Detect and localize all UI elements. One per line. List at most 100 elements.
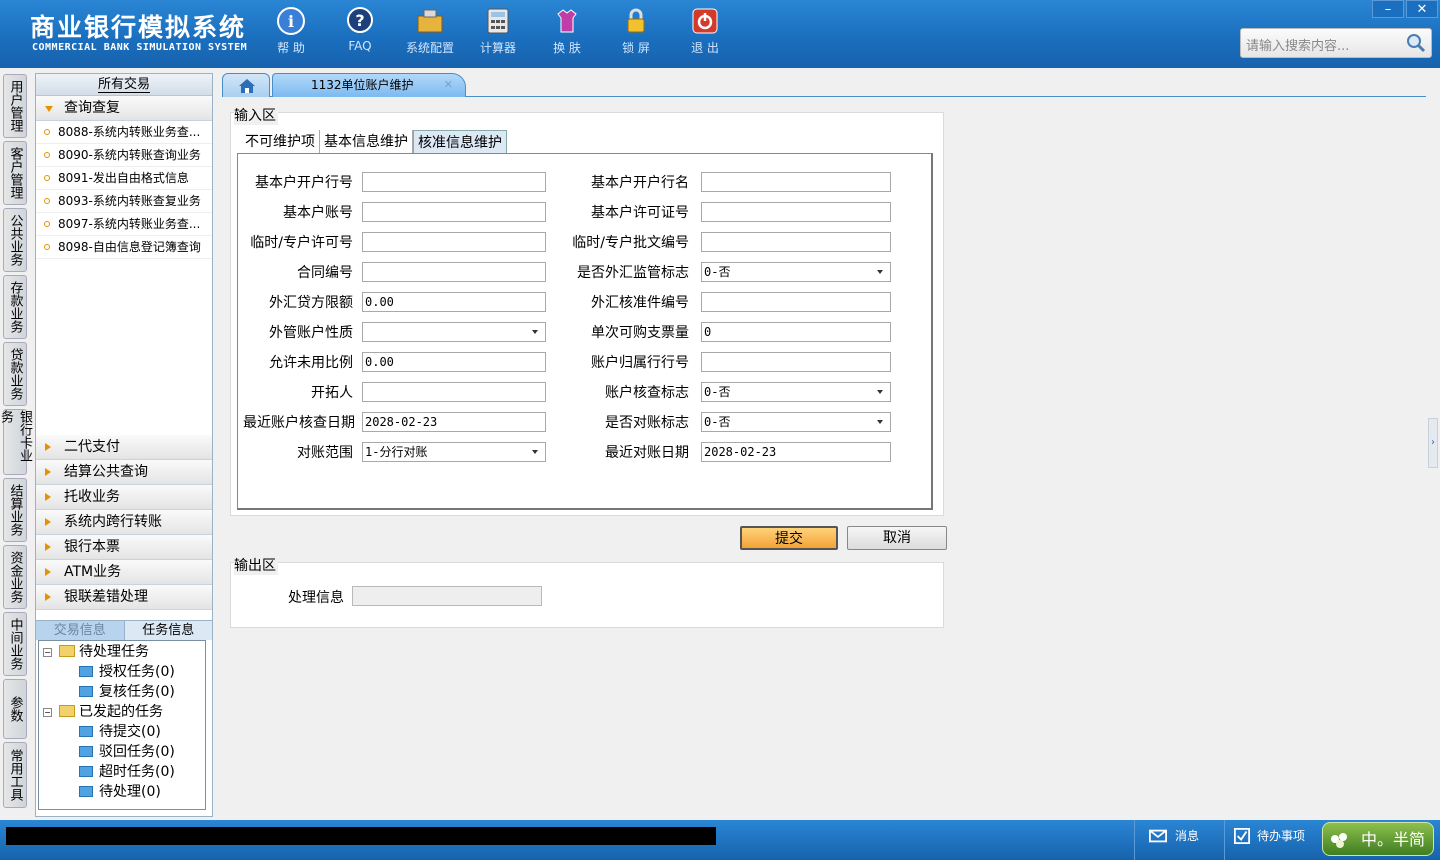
messages-button[interactable]: 消息 [1134,820,1224,860]
tab-transaction-info[interactable]: 交易信息 [36,621,124,640]
search-input[interactable]: 请输入搜索内容... [1240,28,1432,58]
app-header: 商业银行模拟系统 COMMERCIAL BANK SIMULATION SYST… [0,0,1440,68]
status-bar: 消息 待办事项 中。半简 [0,820,1440,860]
field-label: 最近对账日期 [605,445,689,461]
transaction-item[interactable]: 8097-系统内转账业务查... [36,213,212,236]
category-item[interactable]: 银联差错处理 [36,585,212,610]
tab-customer-management[interactable]: 客户管理 [3,141,27,205]
unused-ratio-input[interactable]: 0.00 [362,352,546,372]
calculator-button[interactable]: 计算器 [468,6,528,62]
category-item[interactable]: 二代支付 [36,435,212,460]
reconcile-scope-select[interactable]: 1-分行对账 [362,442,546,462]
transaction-item[interactable]: 8093-系统内转账查复业务 [36,190,212,213]
tree-node-rejected[interactable]: 驳回任务(0) [79,742,175,762]
fx-approval-number-input[interactable] [701,292,891,312]
basic-bank-code-input[interactable] [362,172,546,192]
exit-button[interactable]: 退 出 [675,6,735,62]
faq-button[interactable]: ? FAQ [330,6,390,62]
basic-account-input[interactable] [362,202,546,222]
category-item[interactable]: 系统内跨行转账 [36,510,212,535]
temp-approval-input[interactable] [701,232,891,252]
folder-icon [59,705,75,717]
tab-task-info[interactable]: 任务信息 [123,621,212,640]
task-icon [79,665,93,677]
tab-approval-info[interactable]: 核准信息维护 [413,130,507,154]
collapse-toggle[interactable]: − [43,648,52,657]
tree-node-pending[interactable]: 待处理任务 [59,642,149,662]
tab-loan[interactable]: 贷款业务 [3,342,27,406]
collapsed-arrow-icon [45,518,51,526]
category-item[interactable]: 银行本票 [36,535,212,560]
transaction-item[interactable]: 8088-系统内转账业务查... [36,121,212,144]
field-label: 单次可购支票量 [591,325,689,341]
skin-button[interactable]: 换 肤 [537,6,597,62]
basic-license-input[interactable] [701,202,891,222]
collapse-toggle[interactable]: − [43,708,52,717]
tree-node-to-submit[interactable]: 待提交(0) [79,722,161,742]
tab-account-maintenance[interactable]: 1132单位账户维护 ✕ [272,73,466,97]
calculator-icon [487,8,509,34]
tab-basic-info[interactable]: 基本信息维护 [320,130,413,154]
help-button[interactable]: i 帮 助 [261,6,321,62]
tab-funds[interactable]: 资金业务 [3,545,27,609]
home-tab[interactable] [222,73,270,97]
check-quantity-input[interactable]: 0 [701,322,891,342]
field-label: 外汇核准件编号 [591,295,689,311]
category-item[interactable]: 结算公共查询 [36,460,212,485]
tree-node-initiated[interactable]: 已发起的任务 [59,702,163,722]
tab-bank-card[interactable]: 银行卡业务 [0,409,32,475]
reconcile-flag-select[interactable]: 0-否 [701,412,891,432]
expand-panel-handle[interactable]: › [1428,418,1438,468]
submit-button[interactable]: 提交 [740,526,838,550]
transaction-item[interactable]: 8098-自由信息登记簿查询 [36,236,212,259]
skin-icon [557,9,577,33]
system-config-button[interactable]: 系统配置 [400,6,460,62]
tree-node-pending-process[interactable]: 待处理(0) [79,782,161,802]
developer-input[interactable] [362,382,546,402]
todo-button[interactable]: 待办事项 [1224,820,1320,860]
tab-public-business[interactable]: 公共业务 [3,208,27,272]
account-branch-code-input[interactable] [701,352,891,372]
tab-intermediary[interactable]: 中间业务 [3,612,27,676]
expanded-arrow-icon [45,106,53,112]
minimize-button[interactable]: – [1372,0,1404,18]
transaction-item[interactable]: 8090-系统内转账查询业务 [36,144,212,167]
lock-icon [627,8,645,33]
search-icon[interactable] [1405,32,1427,54]
field-label: 外汇贷方限额 [269,295,353,311]
tab-settlement[interactable]: 结算业务 [3,478,27,542]
contract-number-input[interactable] [362,262,546,282]
tree-node-review[interactable]: 复核任务(0) [79,682,175,702]
last-check-date-input[interactable]: 2028-02-23 [362,412,546,432]
field-label: 基本户开户行号 [255,175,353,191]
tree-node-authorize[interactable]: 授权任务(0) [79,662,175,682]
close-button[interactable]: ✕ [1406,0,1438,18]
basic-bank-name-input[interactable] [701,172,891,192]
exit-icon [692,8,718,34]
tab-user-management[interactable]: 用户管理 [3,74,27,138]
tab-deposit[interactable]: 存款业务 [3,275,27,339]
account-check-select[interactable]: 0-否 [701,382,891,402]
category-query-reply[interactable]: 查询查复 [36,96,212,121]
field-label: 临时/专户许可号 [250,235,353,251]
fx-supervision-select[interactable]: 0-否 [701,262,891,282]
tab-non-maintainable[interactable]: 不可维护项 [241,130,320,154]
last-reconcile-date-input[interactable]: 2028-02-23 [701,442,891,462]
collapsed-arrow-icon [45,543,51,551]
transaction-item[interactable]: 8091-发出自由格式信息 [36,167,212,190]
tab-parameters[interactable]: 参数 [3,679,27,739]
field-label: 是否对账标志 [605,415,689,431]
category-item[interactable]: 托收业务 [36,485,212,510]
cancel-button[interactable]: 取消 [847,526,947,550]
tree-node-timeout[interactable]: 超时任务(0) [79,762,175,782]
category-item[interactable]: ATM业务 [36,560,212,585]
field-label: 临时/专户批文编号 [572,235,689,251]
lock-screen-button[interactable]: 锁 屏 [606,6,666,62]
close-tab-icon[interactable]: ✕ [444,74,453,96]
temp-license-input[interactable] [362,232,546,252]
fx-credit-limit-input[interactable]: 0.00 [362,292,546,312]
tab-common-tools[interactable]: 常用工具 [3,742,27,808]
fx-account-type-select[interactable] [362,322,546,342]
svg-text:?: ? [355,11,364,30]
app-subtitle: COMMERCIAL BANK SIMULATION SYSTEM [32,42,248,53]
